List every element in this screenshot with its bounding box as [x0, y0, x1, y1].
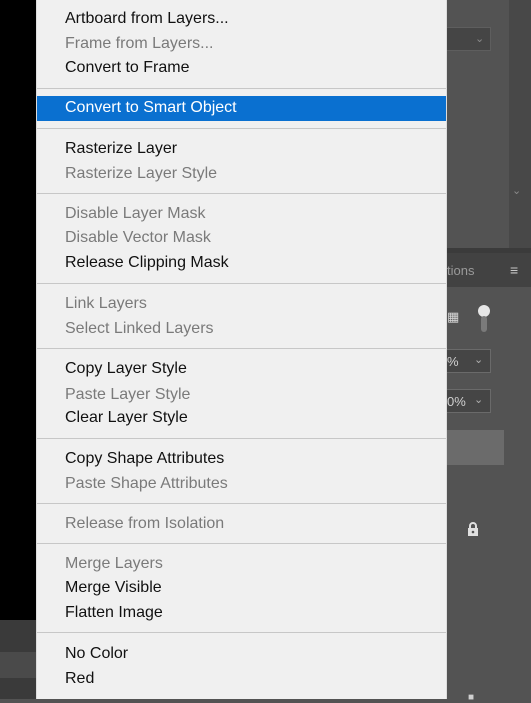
menu-item-disable-layer-mask[interactable]: Disable Layer Mask	[37, 202, 446, 226]
menu-item-red[interactable]: Red	[37, 667, 446, 691]
menu-item-release-from-isolation[interactable]: Release from Isolation	[37, 512, 446, 536]
menu-item-rasterize-layer[interactable]: Rasterize Layer	[37, 137, 446, 161]
menu-separator	[37, 348, 446, 349]
menu-item-frame-from-layers[interactable]: Frame from Layers...	[37, 32, 446, 56]
chevron-down-icon: ⌄	[474, 354, 484, 366]
chevron-down-icon: ⌄	[512, 185, 522, 197]
toggle-icon[interactable]	[477, 304, 491, 332]
menu-item-release-clipping-mask[interactable]: Release Clipping Mask	[37, 251, 446, 275]
tab-options[interactable]: tions	[447, 263, 474, 278]
menu-item-copy-layer-style[interactable]: Copy Layer Style	[37, 357, 446, 381]
menu-item-clear-layer-style[interactable]: Clear Layer Style	[37, 406, 446, 430]
menu-item-disable-vector-mask[interactable]: Disable Vector Mask	[37, 226, 446, 250]
menu-item-no-color[interactable]: No Color	[37, 642, 446, 666]
fill-field[interactable]: 0% ⌄	[447, 389, 491, 413]
menu-item-paste-shape-attributes[interactable]: Paste Shape Attributes	[37, 472, 446, 496]
menu-item-paste-layer-style[interactable]: Paste Layer Style	[37, 383, 446, 407]
menu-item-convert-to-frame[interactable]: Convert to Frame	[37, 56, 446, 80]
hamburger-icon[interactable]: ≡	[510, 262, 518, 278]
chevron-down-icon: ⌄	[475, 33, 485, 45]
canvas-status-strip	[0, 652, 36, 678]
menu-separator	[37, 193, 446, 194]
menu-separator	[37, 128, 446, 129]
document-icon[interactable]: ▦	[447, 309, 461, 325]
menu-separator	[37, 543, 446, 544]
menu-separator	[37, 283, 446, 284]
properties-dropdown[interactable]	[447, 27, 491, 51]
opacity-field[interactable]: % ⌄	[447, 349, 491, 373]
menu-item-select-linked-layers[interactable]: Select Linked Layers	[37, 317, 446, 341]
menu-item-merge-layers[interactable]: Merge Layers	[37, 552, 446, 576]
properties-scrollbar[interactable]	[509, 0, 531, 248]
lock-icon[interactable]	[465, 521, 481, 540]
menu-item-rasterize-layer-style[interactable]: Rasterize Layer Style	[37, 162, 446, 186]
menu-separator	[37, 88, 446, 89]
menu-separator	[37, 632, 446, 633]
menu-separator	[37, 503, 446, 504]
menu-item-merge-visible[interactable]: Merge Visible	[37, 576, 446, 600]
layer-context-menu: Artboard from Layers... Frame from Layer…	[36, 0, 447, 699]
menu-separator	[37, 438, 446, 439]
trash-icon[interactable]: ■	[468, 692, 474, 703]
menu-item-copy-shape-attributes[interactable]: Copy Shape Attributes	[37, 447, 446, 471]
menu-item-convert-to-smart-object[interactable]: Convert to Smart Object	[37, 96, 446, 121]
selected-layer-row[interactable]	[447, 430, 504, 465]
chevron-down-icon: ⌄	[474, 394, 484, 406]
menu-item-cut-off[interactable]	[37, 691, 446, 699]
menu-item-artboard-from-layers[interactable]: Artboard from Layers...	[37, 7, 446, 31]
menu-item-link-layers[interactable]: Link Layers	[37, 292, 446, 316]
menu-item-flatten-image[interactable]: Flatten Image	[37, 601, 446, 625]
canvas-area	[0, 0, 36, 620]
